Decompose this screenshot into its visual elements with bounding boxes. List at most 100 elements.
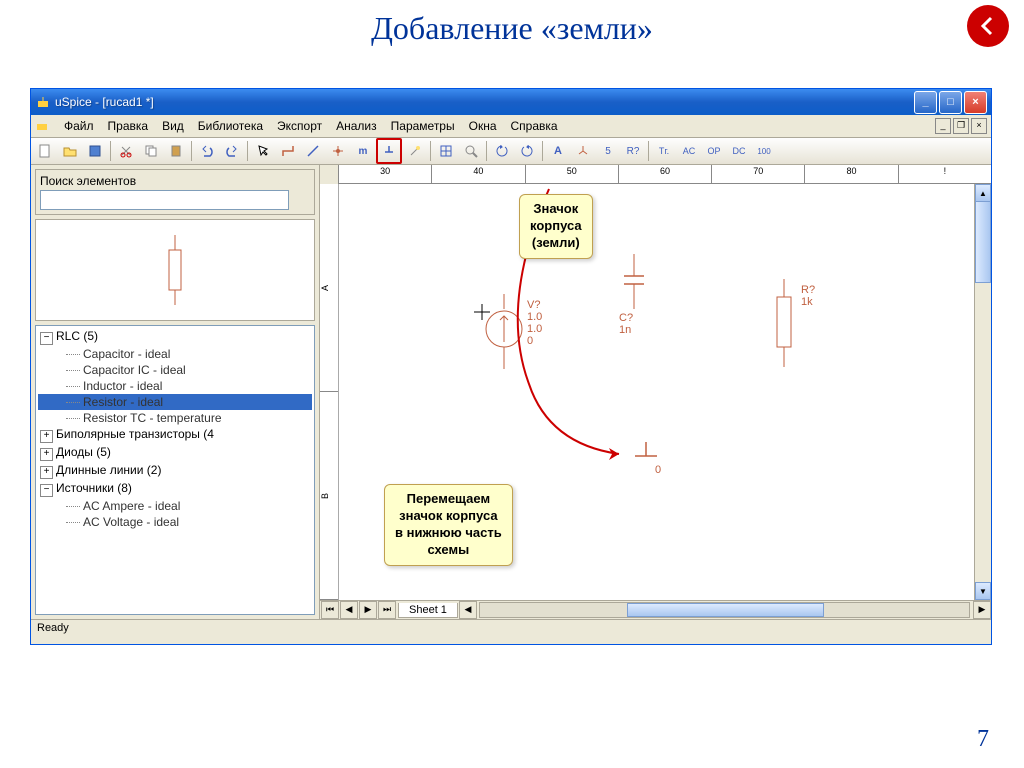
menu-export[interactable]: Экспорт xyxy=(270,117,329,135)
scroll-up-button[interactable]: ▲ xyxy=(975,184,991,202)
paste-button[interactable] xyxy=(164,139,188,163)
sheet-tabs: ⏮ ◀ ▶ ⏭ Sheet 1 ◀ ▶ xyxy=(320,600,991,619)
five-button[interactable]: 5 xyxy=(596,139,620,163)
horizontal-scrollbar[interactable] xyxy=(479,602,970,618)
open-button[interactable] xyxy=(58,139,82,163)
statusbar: Ready xyxy=(31,619,991,644)
rotate-left-button[interactable] xyxy=(490,139,514,163)
ruler-tick: 70 xyxy=(711,165,804,183)
component-tree[interactable]: −RLC (5) Capacitor - ideal Capacitor IC … xyxy=(35,325,315,615)
rotate-right-button[interactable] xyxy=(515,139,539,163)
tree-inductor[interactable]: Inductor - ideal xyxy=(38,378,312,394)
tab-last-button[interactable]: ⏭ xyxy=(378,601,396,619)
slide-title: Добавление «земли» xyxy=(0,0,1024,55)
hscroll-thumb[interactable] xyxy=(627,603,825,617)
ruler-vtick: B xyxy=(320,392,338,600)
ac-button[interactable]: AC xyxy=(677,139,701,163)
toolbar: m A 5 R? Тг. AC OP DC 100 xyxy=(31,138,991,165)
scroll-down-button[interactable]: ▼ xyxy=(975,582,991,600)
mdi-restore[interactable]: ❐ xyxy=(953,118,969,134)
titlebar: uSpice - [rucad1 *] _ □ × xyxy=(31,89,991,115)
menu-help[interactable]: Справка xyxy=(504,117,565,135)
hscroll-left-button[interactable]: ◀ xyxy=(459,601,477,619)
resistor-icon[interactable] xyxy=(769,279,799,369)
menu-params[interactable]: Параметры xyxy=(384,117,462,135)
canvas-area: 30 40 50 60 70 80 ! A B xyxy=(320,165,991,619)
tree-sources[interactable]: −Источники (8) xyxy=(38,480,312,498)
menu-edit[interactable]: Правка xyxy=(101,117,156,135)
tree-bipolar[interactable]: +Биполярные транзисторы (4 xyxy=(38,426,312,444)
dc-button[interactable]: DC xyxy=(727,139,751,163)
ruler-tick: 60 xyxy=(618,165,711,183)
tab-first-button[interactable]: ⏮ xyxy=(321,601,339,619)
tree-ac-ampere[interactable]: AC Ampere - ideal xyxy=(38,498,312,514)
mdi-minimize[interactable]: _ xyxy=(935,118,951,134)
probe-button[interactable] xyxy=(403,139,427,163)
back-button[interactable] xyxy=(967,5,1009,47)
hundred-button[interactable]: 100 xyxy=(752,139,776,163)
tree-rlc[interactable]: −RLC (5) xyxy=(38,328,312,346)
ruler-tick: 50 xyxy=(525,165,618,183)
tab-next-button[interactable]: ▶ xyxy=(359,601,377,619)
node-button[interactable] xyxy=(326,139,350,163)
ruler-vertical: A B xyxy=(320,184,339,600)
search-panel: Поиск элементов xyxy=(35,169,315,215)
save-button[interactable] xyxy=(83,139,107,163)
scroll-thumb[interactable] xyxy=(975,201,991,283)
tree-resistor-tc[interactable]: Resistor TC - temperature xyxy=(38,410,312,426)
minimize-button[interactable]: _ xyxy=(914,91,937,114)
op-button[interactable]: OP xyxy=(702,139,726,163)
menu-file[interactable]: Файл xyxy=(57,117,101,135)
menubar: Файл Правка Вид Библиотека Экспорт Анали… xyxy=(31,115,991,138)
tree-capacitor-ic[interactable]: Capacitor IC - ideal xyxy=(38,362,312,378)
mdi-close[interactable]: × xyxy=(971,118,987,134)
resistor-preview-icon xyxy=(145,230,205,310)
tree-resistor[interactable]: Resistor - ideal xyxy=(38,394,312,410)
menu-windows[interactable]: Окна xyxy=(462,117,504,135)
ruler-tick: ! xyxy=(898,165,991,183)
undo-button[interactable] xyxy=(195,139,219,163)
tree-diodes[interactable]: +Диоды (5) xyxy=(38,444,312,462)
ruler-vtick: A xyxy=(320,184,338,392)
search-input[interactable] xyxy=(40,190,289,210)
sidebar: Поиск элементов −RLC (5) Capacitor - ide… xyxy=(31,165,320,619)
maximize-button[interactable]: □ xyxy=(939,91,962,114)
window-title: uSpice - [rucad1 *] xyxy=(55,95,912,109)
tree-ac-voltage[interactable]: AC Voltage - ideal xyxy=(38,514,312,530)
schematic-canvas[interactable]: V? 1.0 1.0 0 C? 1n xyxy=(339,184,974,600)
grid-button[interactable] xyxy=(434,139,458,163)
mdi-controls: _ ❐ × xyxy=(935,118,987,134)
doc-icon xyxy=(35,118,51,134)
close-button[interactable]: × xyxy=(964,91,987,114)
ruler-tick: 30 xyxy=(338,165,431,183)
tr-button[interactable]: Тг. xyxy=(652,139,676,163)
resistor-label: R? 1k xyxy=(801,284,815,308)
menu-library[interactable]: Библиотека xyxy=(191,117,270,135)
sheet-tab-1[interactable]: Sheet 1 xyxy=(398,603,458,618)
tree-lines[interactable]: +Длинные линии (2) xyxy=(38,462,312,480)
ruler-horizontal: 30 40 50 60 70 80 ! xyxy=(338,165,991,184)
menu-view[interactable]: Вид xyxy=(155,117,191,135)
r-button[interactable]: R? xyxy=(621,139,645,163)
cut-button[interactable] xyxy=(114,139,138,163)
label-button[interactable]: m xyxy=(351,139,375,163)
search-label: Поиск элементов xyxy=(40,174,310,188)
callout-ground-icon: Значок корпуса (земли) xyxy=(519,194,593,259)
star-button[interactable] xyxy=(571,139,595,163)
hscroll-right-button[interactable]: ▶ xyxy=(973,601,991,619)
new-button[interactable] xyxy=(33,139,57,163)
vertical-scrollbar[interactable]: ▲ ▼ xyxy=(974,184,991,600)
ground-button[interactable] xyxy=(376,138,402,164)
wire-button[interactable] xyxy=(276,139,300,163)
ruler-tick: 40 xyxy=(431,165,524,183)
copy-button[interactable] xyxy=(139,139,163,163)
redo-button[interactable] xyxy=(220,139,244,163)
app-window: uSpice - [rucad1 *] _ □ × Файл Правка Ви… xyxy=(30,88,992,645)
zoom-button[interactable] xyxy=(459,139,483,163)
line-button[interactable] xyxy=(301,139,325,163)
menu-analysis[interactable]: Анализ xyxy=(329,117,384,135)
tree-capacitor-ideal[interactable]: Capacitor - ideal xyxy=(38,346,312,362)
pointer-button[interactable] xyxy=(251,139,275,163)
text-a-button[interactable]: A xyxy=(546,139,570,163)
tab-prev-button[interactable]: ◀ xyxy=(340,601,358,619)
